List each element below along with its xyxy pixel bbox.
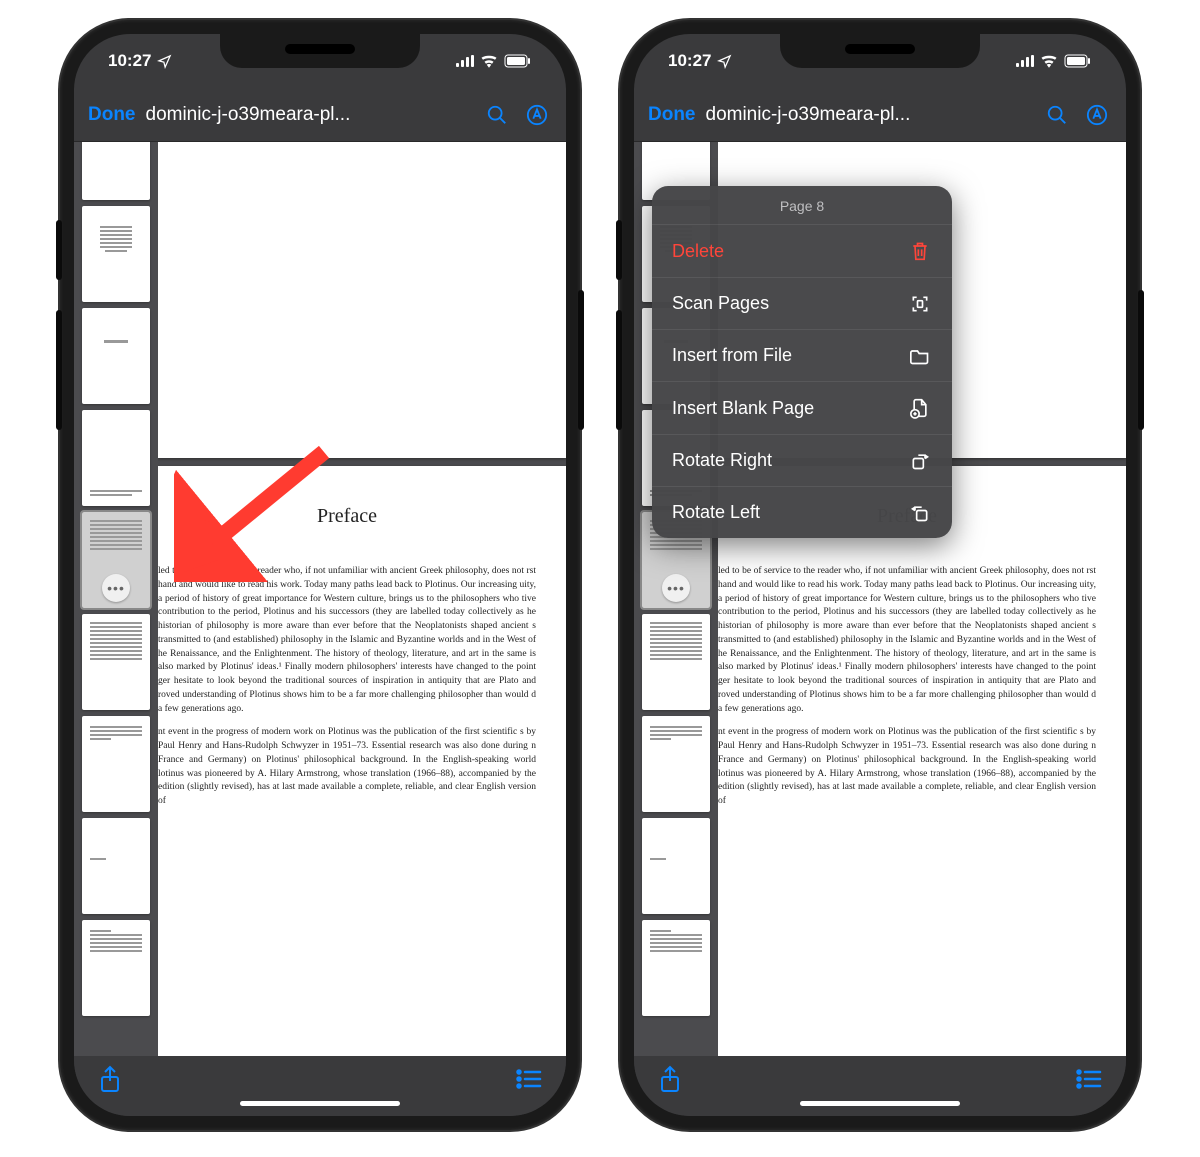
home-indicator[interactable] xyxy=(800,1101,960,1106)
cellular-icon xyxy=(1016,55,1034,67)
rotate-right-icon xyxy=(908,451,932,471)
battery-icon xyxy=(1064,54,1092,68)
page-thumb[interactable] xyxy=(82,614,150,710)
screen-left: 10:27 Done dominic-j-o39meara-pl... xyxy=(74,34,566,1116)
share-icon[interactable] xyxy=(98,1065,122,1093)
menu-rotate-left[interactable]: Rotate Left xyxy=(652,486,952,538)
location-icon xyxy=(717,54,732,69)
page-thumb[interactable] xyxy=(82,818,150,914)
document-title: dominic-j-o39meara-pl... xyxy=(146,104,473,126)
page-plus-icon xyxy=(908,397,932,419)
page-thumb-selected[interactable]: ••• xyxy=(82,512,150,608)
menu-delete-label: Delete xyxy=(672,241,724,262)
bottom-toolbar xyxy=(74,1056,566,1116)
notch xyxy=(780,34,980,68)
markup-icon[interactable] xyxy=(1082,104,1112,126)
menu-insert-from-file[interactable]: Insert from File xyxy=(652,329,952,381)
page-context-menu: Page 8 Delete Scan Pages Insert from Fil… xyxy=(652,186,952,538)
page-thumb[interactable] xyxy=(82,920,150,1016)
content-area: ••• Preface led to be o xyxy=(74,142,566,1056)
menu-rotate-right[interactable]: Rotate Right xyxy=(652,434,952,486)
share-icon[interactable] xyxy=(658,1065,682,1093)
cellular-icon xyxy=(456,55,474,67)
home-indicator[interactable] xyxy=(240,1101,400,1106)
menu-scan-pages[interactable]: Scan Pages xyxy=(652,277,952,329)
page-preface: Preface led to be of service to the read… xyxy=(718,466,1126,1056)
trash-icon xyxy=(908,240,932,262)
page-thumb[interactable] xyxy=(642,818,710,914)
thumbnail-rail[interactable]: ••• xyxy=(74,142,158,1056)
preface-para: nt event in the progress of modern work … xyxy=(718,726,1096,809)
document-title: dominic-j-o39meara-pl... xyxy=(706,104,1033,126)
page-thumb[interactable] xyxy=(82,716,150,812)
menu-rotate-left-label: Rotate Left xyxy=(672,502,760,523)
context-menu-header: Page 8 xyxy=(652,186,952,224)
preface-heading: Preface xyxy=(158,502,536,531)
list-icon[interactable] xyxy=(516,1069,542,1089)
menu-insert-file-label: Insert from File xyxy=(672,345,792,366)
menu-scan-label: Scan Pages xyxy=(672,293,769,314)
page-thumb[interactable] xyxy=(82,142,150,200)
bottom-toolbar xyxy=(634,1056,1126,1116)
page-thumb[interactable] xyxy=(82,410,150,506)
screen-right: 10:27 Done dominic-j-o39meara-pl... xyxy=(634,34,1126,1116)
thumb-more-button[interactable]: ••• xyxy=(102,574,130,602)
markup-icon[interactable] xyxy=(522,104,552,126)
location-icon xyxy=(157,54,172,69)
page-viewer[interactable]: Preface led to be of service to the read… xyxy=(158,142,566,1056)
preface-para: led to be of service to the reader who, … xyxy=(718,565,1096,716)
done-button[interactable]: Done xyxy=(648,104,696,126)
list-icon[interactable] xyxy=(1076,1069,1102,1089)
preface-para: led to be of service to the reader who, … xyxy=(158,565,536,716)
page-thumb[interactable] xyxy=(82,308,150,404)
nav-bar: Done dominic-j-o39meara-pl... xyxy=(634,88,1126,142)
page-blank xyxy=(158,142,566,458)
notch xyxy=(220,34,420,68)
battery-icon xyxy=(504,54,532,68)
status-time: 10:27 xyxy=(668,51,711,71)
menu-rotate-right-label: Rotate Right xyxy=(672,450,772,471)
wifi-icon xyxy=(480,54,498,68)
menu-delete[interactable]: Delete xyxy=(652,224,952,277)
wifi-icon xyxy=(1040,54,1058,68)
done-button[interactable]: Done xyxy=(88,104,136,126)
search-icon[interactable] xyxy=(482,104,512,126)
status-time: 10:27 xyxy=(108,51,151,71)
scan-icon xyxy=(908,294,932,314)
page-thumb[interactable] xyxy=(642,716,710,812)
menu-insert-blank-page[interactable]: Insert Blank Page xyxy=(652,381,952,434)
page-thumb[interactable] xyxy=(642,920,710,1016)
phone-left: 10:27 Done dominic-j-o39meara-pl... xyxy=(60,20,580,1130)
menu-insert-blank-label: Insert Blank Page xyxy=(672,398,814,419)
thumb-more-button[interactable]: ••• xyxy=(662,574,690,602)
page-thumb[interactable] xyxy=(82,206,150,302)
phone-right: 10:27 Done dominic-j-o39meara-pl... xyxy=(620,20,1140,1130)
preface-para: nt event in the progress of modern work … xyxy=(158,726,536,809)
folder-icon xyxy=(908,347,932,365)
page-preface: Preface led to be of service to the read… xyxy=(158,466,566,1056)
page-thumb[interactable] xyxy=(642,614,710,710)
rotate-left-icon xyxy=(908,503,932,523)
nav-bar: Done dominic-j-o39meara-pl... xyxy=(74,88,566,142)
search-icon[interactable] xyxy=(1042,104,1072,126)
